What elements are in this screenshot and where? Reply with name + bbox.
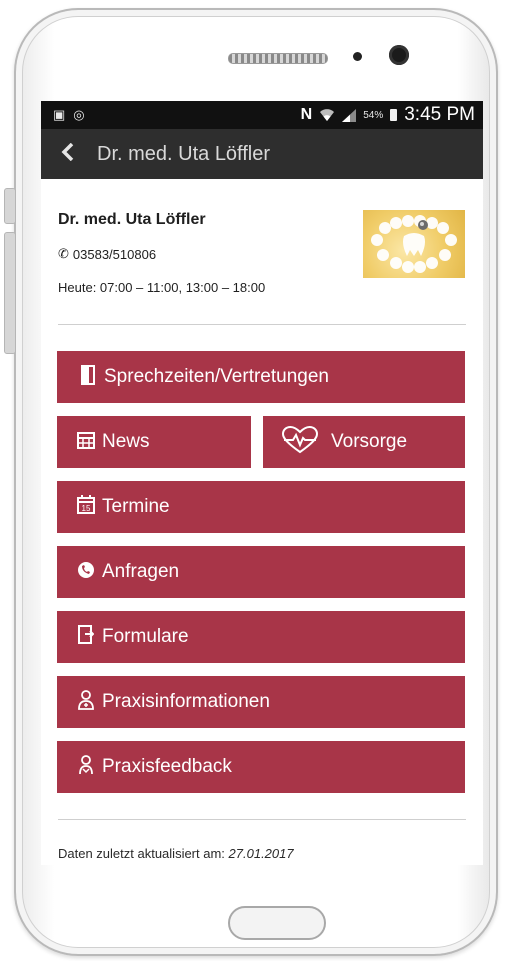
practice-logo [363,210,465,278]
praxisinformationen-button[interactable]: Praxisinformationen [57,676,465,728]
sprechzeiten-button[interactable]: Sprechzeiten/Vertretungen [57,351,465,403]
app-bar: Dr. med. Uta Löffler [41,129,483,179]
anfragen-button[interactable]: Anfragen [57,546,465,598]
calendar-icon: 15 [77,495,95,519]
last-updated-label: Daten zuletzt aktualisiert am: [58,846,225,861]
divider [58,819,466,820]
anfragen-label: Anfragen [102,561,180,582]
app-bar-title: Dr. med. Uta Löffler [97,142,271,165]
news-label: News [102,431,150,452]
doctor-phone-number: 03583/510806 [72,246,157,262]
proximity-sensor [353,52,362,61]
home-button[interactable] [228,906,326,940]
front-camera [389,45,409,65]
nfc-icon: N [300,106,313,123]
door-icon [79,364,97,390]
screen: ▣ ◎ N 54% 3:45 PM Dr. med. Uta Löffler D… [41,101,483,865]
status-time: 3:45 PM [404,104,475,125]
termine-label: Termine [102,496,170,517]
instagram-icon: ◎ [73,107,85,122]
doctor-phone[interactable]: ✆ 03583/510806 [58,246,156,262]
vorsorge-label: Vorsorge [331,431,408,452]
formulare-button[interactable]: Formulare [57,611,465,663]
news-icon [77,431,95,454]
doctor-name: Dr. med. Uta Löffler [58,211,206,228]
doctor-icon [77,689,95,715]
divider [58,324,466,325]
vorsorge-button[interactable]: Vorsorge [263,416,465,468]
news-button[interactable]: News [57,416,251,468]
heartbeat-icon [281,425,319,459]
last-updated-date: 27.01.2017 [228,846,294,861]
back-arrow-icon[interactable] [61,141,87,167]
wifi-icon [320,109,335,121]
speaker-grille [228,53,328,64]
status-bar: ▣ ◎ N 54% 3:45 PM [41,101,483,129]
opening-hours-today: Heute: 07:00 – 11:00, 13:00 – 18:00 [58,280,266,295]
praxisinformationen-label: Praxisinformationen [102,691,270,712]
praxisfeedback-button[interactable]: Praxisfeedback [57,741,465,793]
sprechzeiten-label: Sprechzeiten/Vertretungen [104,366,329,387]
signal-icon [342,108,357,122]
phone-chat-icon [77,561,95,584]
volume-button[interactable] [4,188,16,224]
praxisfeedback-label: Praxisfeedback [102,756,232,777]
svg-text:15: 15 [82,504,91,513]
image-icon: ▣ [53,107,66,122]
form-icon [77,625,95,649]
battery-icon [390,109,398,121]
phone-icon: ✆ [58,246,69,261]
termine-button[interactable]: 15 Termine [57,481,465,533]
last-updated-text: Daten zuletzt aktualisiert am: 27.01.201… [58,846,294,861]
battery-percent: 54% [363,109,384,121]
user-feedback-icon [77,754,95,780]
formulare-label: Formulare [102,626,189,647]
side-button[interactable] [4,232,16,354]
